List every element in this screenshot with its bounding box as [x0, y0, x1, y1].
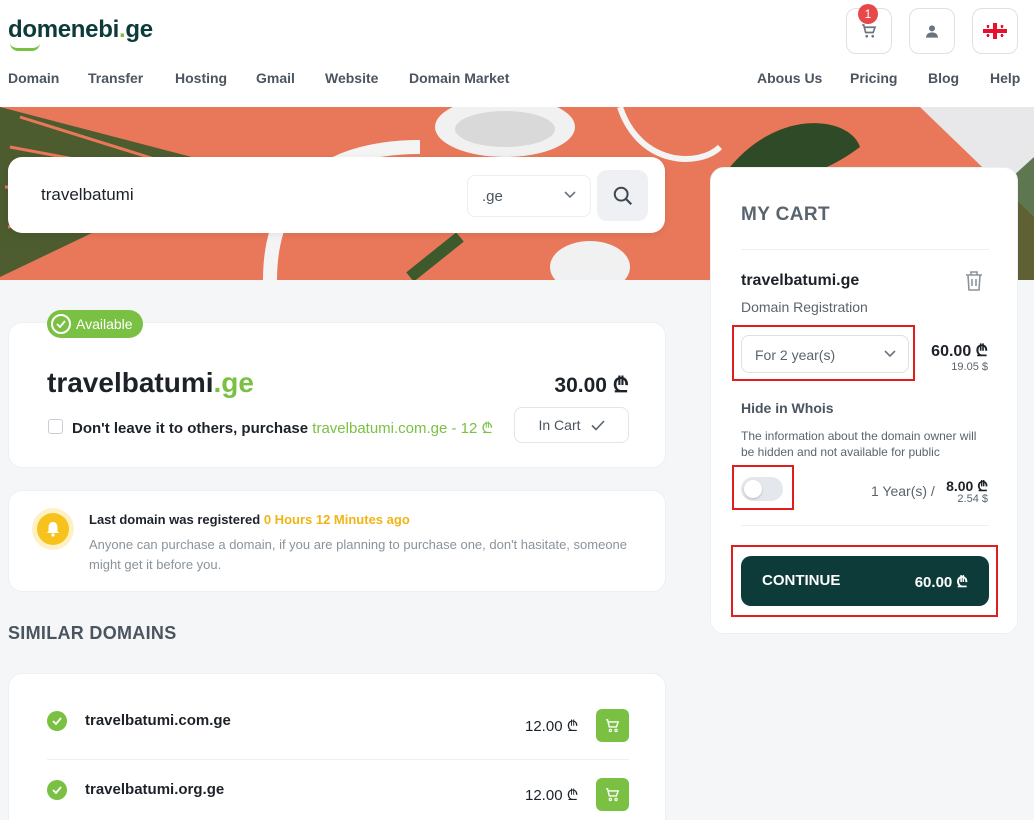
nav-website[interactable]: Website: [325, 70, 378, 86]
nav-domain-market[interactable]: Domain Market: [409, 70, 509, 86]
cart-title: MY CART: [741, 204, 831, 225]
domain-search-box: travelbatumi .ge: [8, 157, 665, 233]
domain-name-tld: .ge: [213, 367, 254, 398]
divider: [741, 525, 989, 526]
divider: [741, 249, 989, 250]
nav-gmail[interactable]: Gmail: [256, 70, 295, 86]
last-registered-notice: Last domain was registered 0 Hours 12 Mi…: [8, 490, 666, 592]
notice-text: Anyone can purchase a domain, if you are…: [89, 537, 628, 572]
site-header: domenebi.ge Domain Transfer Hosting Gmai…: [0, 0, 1034, 107]
offer-label: Don't leave it to others, purchase: [72, 420, 313, 437]
similar-domains-title: SIMILAR DOMAINS: [8, 623, 177, 643]
cart-icon: [606, 788, 620, 802]
add-to-cart-button[interactable]: [596, 778, 629, 811]
highlight-box-whois-toggle: [732, 465, 794, 510]
similar-domain-price: 12.00 ₾: [525, 718, 579, 735]
nav-pricing[interactable]: Pricing: [850, 70, 897, 86]
whois-title: Hide in Whois: [741, 400, 834, 416]
nav-domain[interactable]: Domain: [8, 70, 59, 86]
nav-about[interactable]: Abous Us: [757, 70, 822, 86]
cart-item-usd: 19.05 $: [951, 361, 988, 373]
search-button[interactable]: [597, 170, 648, 221]
offer-checkbox[interactable]: [48, 419, 63, 434]
language-button[interactable]: [972, 8, 1018, 54]
similar-domains-list: travelbatumi.com.ge 12.00 ₾ travelbatumi…: [8, 673, 666, 820]
offer-link[interactable]: travelbatumi.com.ge - 12 ₾: [312, 420, 493, 437]
nav-transfer[interactable]: Transfer: [88, 70, 143, 86]
offer-text: Don't leave it to others, purchase trave…: [72, 418, 493, 438]
notice-title: Last domain was registered 0 Hours 12 Mi…: [89, 512, 410, 527]
highlight-box-continue: [731, 545, 998, 617]
check-circle-icon: [47, 780, 67, 800]
bell-icon: [37, 513, 69, 545]
check-circle-icon: [51, 314, 71, 334]
domain-price: 30.00 ₾: [554, 374, 629, 397]
check-circle-icon: [47, 711, 67, 731]
whois-period: 1 Year(s) /: [871, 483, 935, 499]
georgia-flag-icon: [983, 23, 1007, 39]
available-badge-label: Available: [76, 316, 133, 332]
whois-usd: 2.54 $: [957, 493, 988, 505]
logo-tld: ge: [125, 16, 153, 43]
similar-domain-name: travelbatumi.com.ge: [85, 712, 231, 729]
logo-text: domenebi: [8, 16, 119, 43]
cart-domain-name: travelbatumi.ge: [741, 272, 860, 289]
list-item: travelbatumi.com.ge 12.00 ₾: [9, 674, 667, 742]
logo-smile-icon: [10, 43, 40, 51]
domain-name: travelbatumi.ge: [47, 367, 254, 399]
search-icon: [613, 186, 632, 205]
cart-count-badge: 1: [858, 4, 878, 24]
user-icon: [926, 25, 938, 38]
domain-name-main: travelbatumi: [47, 367, 214, 398]
available-badge: Available: [47, 310, 143, 338]
trash-icon[interactable]: [964, 270, 984, 297]
cart-item-price: 60.00 ₾: [931, 343, 988, 360]
cart-button[interactable]: 1: [846, 4, 892, 54]
account-button[interactable]: [909, 8, 955, 54]
tld-select[interactable]: .ge: [467, 175, 591, 217]
add-to-cart-button[interactable]: [596, 709, 629, 742]
similar-domain-price: 12.00 ₾: [525, 787, 579, 804]
nav-help[interactable]: Help: [990, 70, 1020, 86]
similar-domain-name: travelbatumi.org.ge: [85, 781, 225, 798]
chevron-down-icon: [564, 191, 576, 199]
search-input[interactable]: travelbatumi: [41, 185, 134, 205]
in-cart-button[interactable]: In Cart: [514, 407, 629, 443]
cart-domain-subtitle: Domain Registration: [741, 299, 868, 315]
in-cart-label: In Cart: [538, 417, 581, 433]
notice-title-text: Last domain was registered: [89, 512, 264, 527]
check-icon: [590, 419, 605, 431]
nav-blog[interactable]: Blog: [928, 70, 959, 86]
highlight-box-period: [732, 325, 915, 381]
cart-icon: [862, 24, 877, 38]
notice-time: 0 Hours 12 Minutes ago: [263, 512, 410, 527]
nav-hosting[interactable]: Hosting: [175, 70, 227, 86]
whois-description: The information about the domain owner w…: [741, 429, 977, 459]
domain-result-card: travelbatumi.ge 30.00 ₾ Don't leave it t…: [8, 322, 666, 468]
tld-select-value: .ge: [482, 188, 503, 205]
cart-icon: [606, 719, 620, 733]
list-item: travelbatumi.org.ge 12.00 ₾: [9, 743, 667, 811]
logo[interactable]: domenebi.ge: [8, 16, 153, 51]
